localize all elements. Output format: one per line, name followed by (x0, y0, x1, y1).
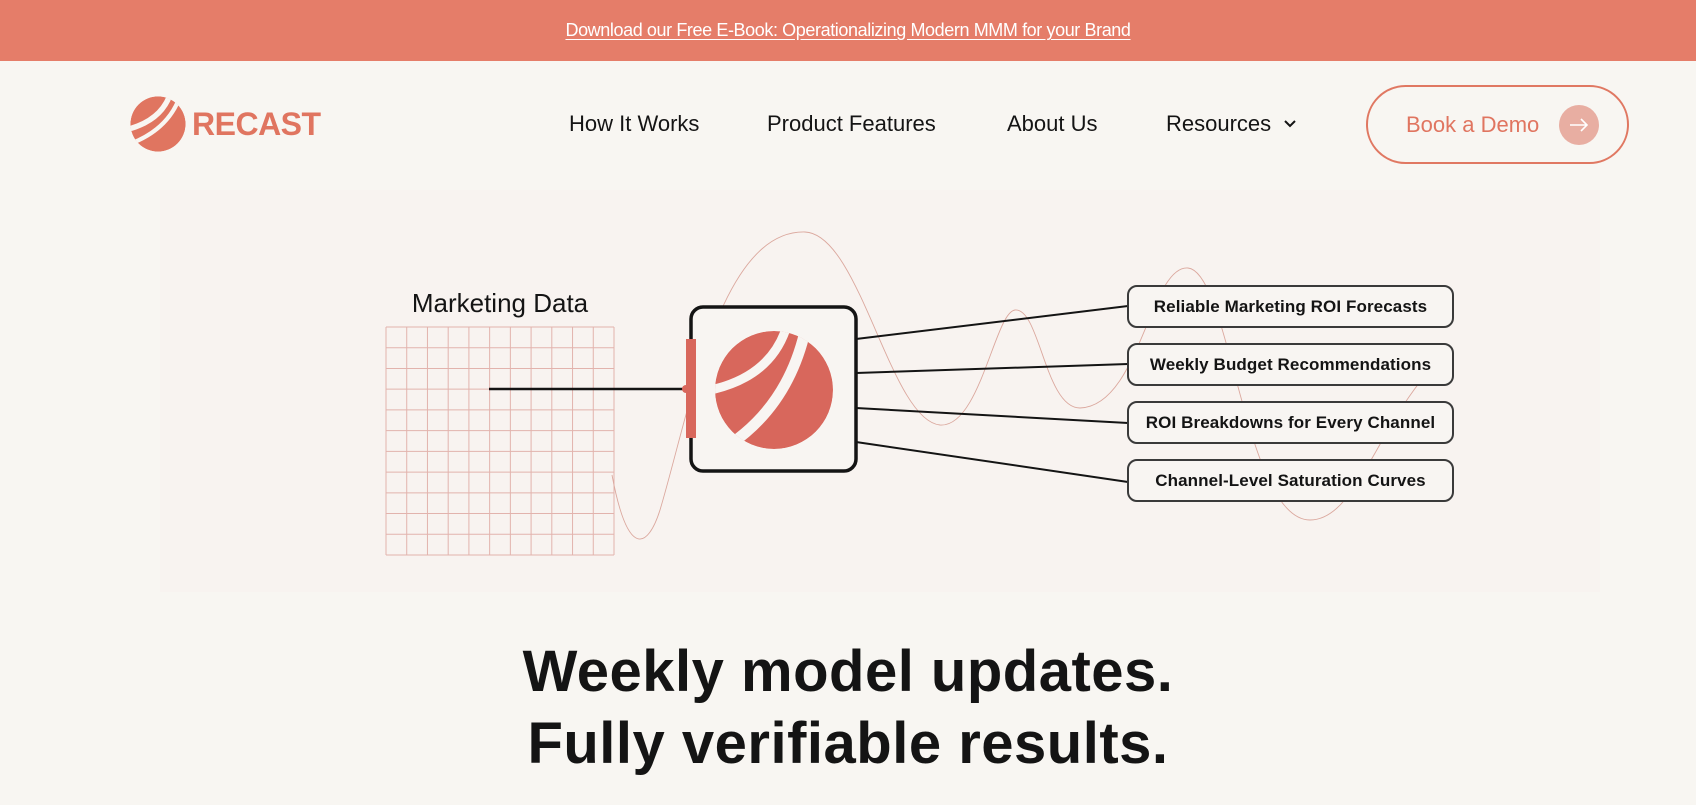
hero-headline: Weekly model updates. Fully verifiable r… (0, 636, 1696, 780)
output-box-roi-breakdowns: ROI Breakdowns for Every Channel (1127, 401, 1454, 444)
headline-line-2: Fully verifiable results. (527, 711, 1169, 776)
output-connector (855, 407, 1129, 424)
output-box-roi-forecasts: Reliable Marketing ROI Forecasts (1127, 285, 1454, 328)
marketing-data-label: Marketing Data (411, 288, 589, 318)
output-connector (855, 363, 1129, 374)
output-box-budget-recommendations: Weekly Budget Recommendations (1127, 343, 1454, 386)
headline-line-1: Weekly model updates. (522, 639, 1174, 704)
output-box-saturation-curves: Channel-Level Saturation Curves (1127, 459, 1454, 502)
output-connector (855, 305, 1129, 340)
model-input-dot (682, 385, 690, 393)
data-grid (385, 326, 615, 556)
output-connector (855, 441, 1129, 483)
